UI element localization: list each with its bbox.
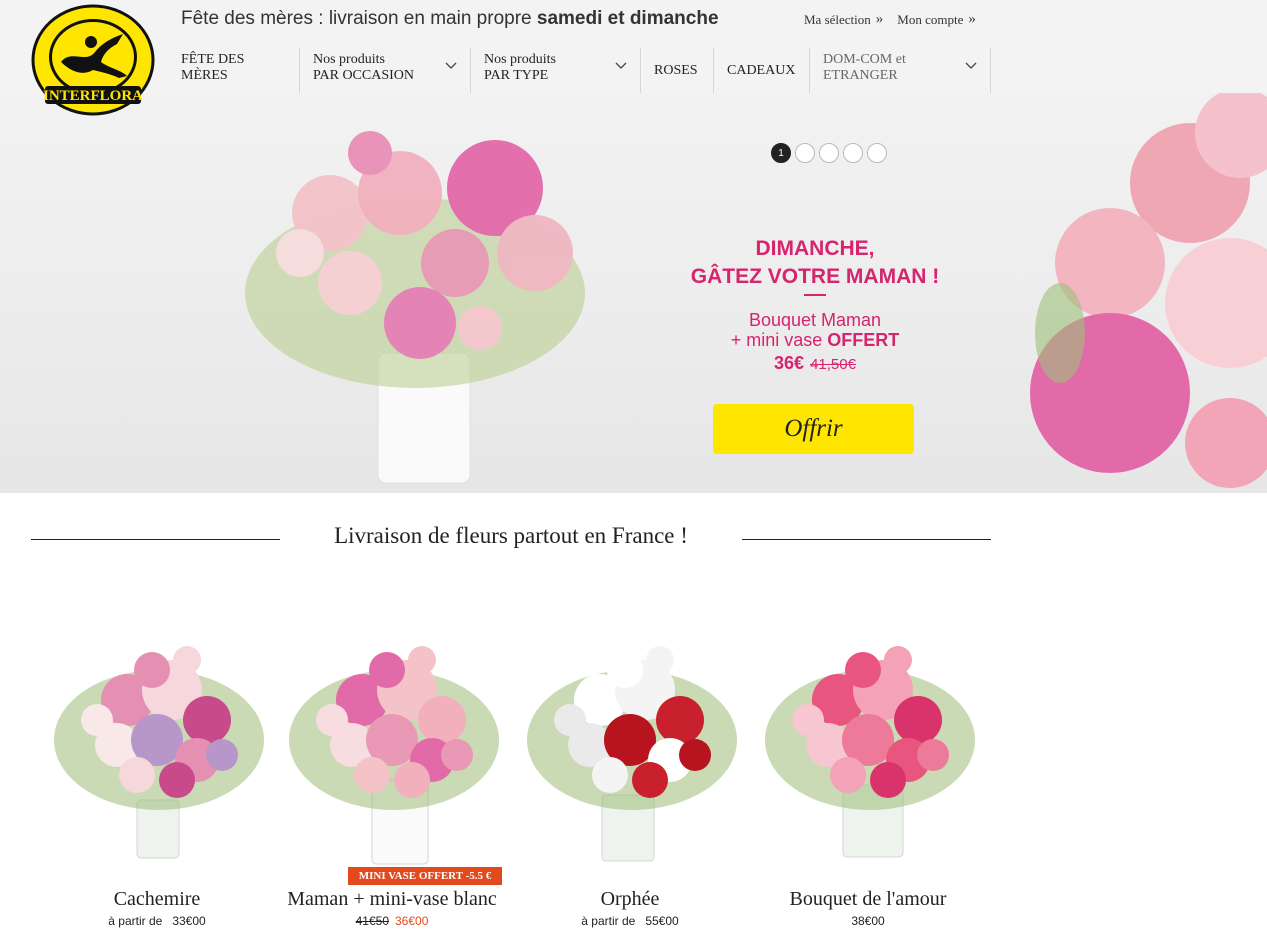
- price-prefix: à partir de: [581, 914, 636, 928]
- hero-subtitle: Bouquet Maman + mini vase OFFERT: [730, 310, 900, 350]
- offrir-button[interactable]: Offrir: [713, 404, 914, 454]
- site-header: Fête des mères : livraison en main propr…: [0, 0, 1267, 93]
- hero-bouquet-image: [245, 93, 1267, 488]
- delivery-promo: Fête des mères : livraison en main propr…: [181, 8, 719, 29]
- carousel-dot-1[interactable]: 1: [771, 143, 791, 163]
- product-image: [765, 646, 975, 858]
- product-price: 41€50 36€00: [272, 914, 512, 928]
- logo-wordmark: INTERFLORA: [43, 88, 143, 104]
- nav-item-label: Nos produits PAR TYPE: [484, 52, 556, 83]
- product-image: [527, 646, 737, 862]
- nav-item-label: CADEAUX: [727, 62, 796, 78]
- carousel-dot-4[interactable]: [843, 143, 863, 163]
- nav-item-4[interactable]: ROSES: [641, 48, 714, 93]
- product-card[interactable]: MINI VASE OFFERT -5.5 € Maman + mini-vase…: [272, 580, 512, 944]
- product-card[interactable]: Bouquet de l'amour 38€00: [748, 580, 988, 944]
- chevron-down-icon: [445, 62, 457, 69]
- product-image: [54, 646, 264, 859]
- hero-carousel: 1 DIMANCHE, GÂTEZ VOTRE MAMAN ! Bouquet M…: [0, 93, 1267, 493]
- hero-title: DIMANCHE, GÂTEZ VOTRE MAMAN !: [690, 237, 940, 288]
- nav-item-label: FÊTE DES MÈRES: [181, 52, 245, 83]
- current-price: 33€00: [172, 914, 206, 928]
- section-title: Livraison de fleurs partout en France !: [334, 523, 688, 548]
- my-account-link[interactable]: Mon compte»: [897, 11, 976, 28]
- carousel-dot-3[interactable]: [819, 143, 839, 163]
- nav-item-5[interactable]: CADEAUX: [714, 48, 810, 93]
- nav-item-label: Nos produits PAR OCCASION: [313, 52, 415, 83]
- price-prefix: à partir de: [108, 914, 163, 928]
- double-chevron-right-icon: »: [875, 11, 884, 27]
- hero-divider: [804, 294, 826, 296]
- chevron-down-icon: [965, 62, 977, 69]
- current-price: 38€00: [851, 914, 885, 928]
- nav-item-1[interactable]: FÊTE DES MÈRES: [168, 48, 300, 93]
- current-price: 55€00: [645, 914, 679, 928]
- double-chevron-right-icon: »: [968, 11, 976, 27]
- section-heading: Livraison de fleurs partout en France !: [31, 522, 991, 556]
- carousel-dot-5[interactable]: [867, 143, 887, 163]
- product-image: [289, 646, 499, 865]
- hero-price: 36€ 41,50€: [774, 353, 856, 373]
- nav-item-2[interactable]: Nos produits PAR OCCASION: [300, 48, 471, 93]
- chevron-down-icon: [615, 62, 627, 69]
- old-price: 41€50: [355, 914, 389, 928]
- interflora-logo[interactable]: INTERFLORA: [31, 4, 155, 116]
- product-price: 38€00: [748, 914, 988, 928]
- product-name: Bouquet de l'amour: [789, 888, 947, 910]
- product-price: à partir de 33€00: [37, 914, 277, 928]
- nav-item-label: ROSES: [654, 62, 698, 78]
- carousel-dot-2[interactable]: [795, 143, 815, 163]
- nav-item-label: DOM-COM et ETRANGER: [823, 52, 906, 83]
- account-links: Ma sélection» Mon compte»: [804, 11, 990, 28]
- my-selection-link[interactable]: Ma sélection»: [804, 11, 883, 28]
- product-price: à partir de 55€00: [510, 914, 750, 928]
- nav-item-3[interactable]: Nos produits PAR TYPE: [471, 48, 641, 93]
- promo-badge: MINI VASE OFFERT -5.5 €: [348, 867, 502, 885]
- current-price: 36€00: [395, 914, 429, 928]
- nav-item-6[interactable]: DOM-COM et ETRANGER: [810, 48, 991, 93]
- product-card[interactable]: Cachemire à partir de 33€00: [37, 580, 277, 944]
- product-card[interactable]: Orphée à partir de 55€00: [510, 580, 750, 944]
- main-nav: FÊTE DES MÈRES Nos produits PAR OCCASION N…: [168, 48, 991, 93]
- carousel-dots: 1: [771, 143, 887, 163]
